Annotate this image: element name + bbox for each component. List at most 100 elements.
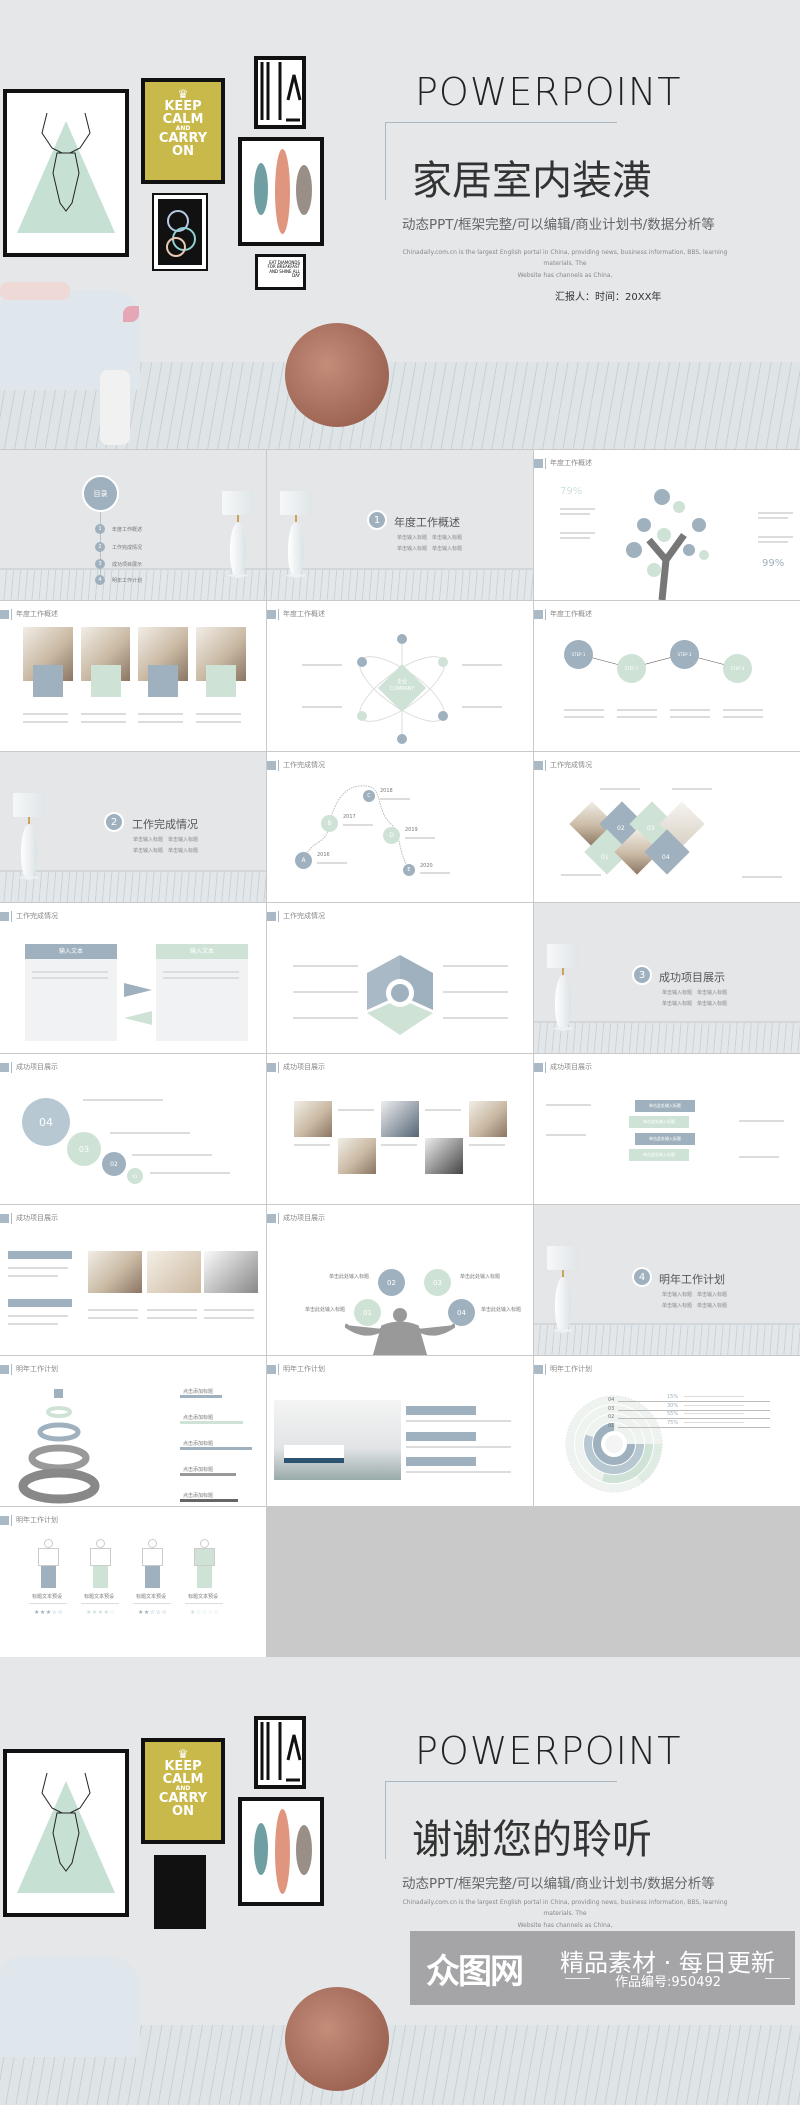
social-tree-icon: [626, 489, 709, 600]
star-rating: ★☆☆☆☆: [190, 1609, 220, 1616]
slide-thumbnails: 目录 1 年度工作概述 2 工作完成情况 3 成功项目展示 4 明年工作计划 1…: [0, 450, 800, 1657]
cover-subtitle: 动态PPT/框架完整/可以编辑/商业计划书/数据分析等: [402, 217, 715, 233]
slide-diamonds[interactable]: 工作完成情况 01 02 03 04: [534, 752, 800, 902]
keep-calm-poster: ♛ KEEP CALM AND CARRY ON: [141, 78, 225, 184]
ending-desc: Chinadaily.com.cn is the largest English…: [402, 1899, 728, 1929]
bla-poster: [254, 56, 306, 129]
hexagon-diagram: [367, 955, 433, 1035]
deer-poster: [3, 89, 129, 257]
slide-hexagon[interactable]: 工作完成情况: [267, 903, 533, 1053]
feather-poster: [238, 1797, 324, 1906]
slide-section-3[interactable]: 3 成功项目展示 单击输入标题 单击输入标题 单击输入标题 单击输入标题: [534, 903, 800, 1053]
cover-desc: Chinadaily.com.cn is the largest English…: [402, 249, 728, 279]
pink-pillow: [0, 282, 70, 300]
slide-company[interactable]: 年度工作概述 企业 COMPANY: [267, 601, 533, 751]
slide-steps[interactable]: 年度工作概述 STEP 1 STEP 2 STEP 3 STEP 4: [534, 601, 800, 751]
toc-item[interactable]: 工作完成情况: [112, 544, 142, 551]
slide-header: 工作完成情况: [550, 761, 592, 769]
star-rating: ★★☆☆☆: [138, 1609, 168, 1616]
scribble-poster: [154, 1855, 206, 1929]
section-number: 3: [632, 965, 652, 985]
pct-right: 99%: [762, 558, 785, 569]
pct-left: 79%: [560, 486, 583, 497]
radial-num: 03: [608, 1405, 615, 1412]
slide-header: 成功项目展示: [16, 1214, 58, 1222]
divider: [385, 122, 617, 123]
slide-figures[interactable]: 明年工作计划 标题文本预设 ★★★☆☆ 标题文本预设 ★★★★☆ 标题文本预设 ★★☆☆☆…: [0, 1507, 266, 1657]
scribble-poster: [152, 193, 208, 271]
slide-cards[interactable]: 成功项目展示: [0, 1205, 266, 1355]
radial-pct: 75%: [667, 1419, 679, 1426]
vase: [100, 370, 130, 445]
slide-header: 年度工作概述: [16, 610, 58, 618]
slide-header: 明年工作计划: [283, 1365, 325, 1373]
slide-timeline[interactable]: 工作完成情况 A 2016 B 2017 C 2018 D 2019 E 202…: [267, 752, 533, 902]
section-number: 2: [104, 812, 124, 832]
star-rating: ★★★★☆: [86, 1609, 116, 1616]
toc-item[interactable]: 年度工作概述: [112, 526, 142, 533]
ending-slide: ♛ KEEP CALM AND CARRY ON POWERPOINT 谢谢您的聆听 动…: [0, 1657, 800, 2105]
arrow-right-icon: [124, 983, 152, 997]
keep-calm-poster: ♛ KEEP CALM AND CARRY ON: [141, 1738, 225, 1844]
company-center: 企业 COMPANY: [389, 679, 415, 692]
slide-circles[interactable]: 成功项目展示 04 03 02 01: [0, 1054, 266, 1204]
figure-label: 标题文本预设: [188, 1594, 219, 1600]
sofa-cushion: [0, 1957, 140, 2057]
honeycomb-ball: [285, 323, 389, 427]
bla-poster: [254, 1716, 306, 1789]
ending-title-en: POWERPOINT: [415, 1729, 682, 1773]
toc-item[interactable]: 成功项目展示: [112, 561, 142, 568]
radial-num: 02: [608, 1414, 615, 1420]
slide-header: 工作完成情况: [16, 912, 58, 920]
slide-man[interactable]: 成功项目展示 01 02 03 04 单击此处输入标题 单击此处输入标题 单击此处…: [267, 1205, 533, 1355]
slide-arrows[interactable]: 成功项目展示 单击此处输入标题 单击此处输入标题 单击此处输入标题 单击此处输入…: [534, 1054, 800, 1204]
slide-header: 年度工作概述: [550, 459, 592, 467]
watermark-logo: 众图网: [426, 1952, 524, 1992]
lily-flower: [123, 306, 139, 322]
slide-rings[interactable]: 明年工作计划 点击添加标题 点击添加标题 点击添加标题 点击添加标题 点击添加标…: [0, 1356, 266, 1506]
slide-photos[interactable]: 年度工作概述: [0, 601, 266, 751]
slide-header: 成功项目展示: [283, 1214, 325, 1222]
watermark: 众图网 精品素材 · 每日更新 作品编号:950492: [410, 1931, 795, 2005]
arrow-left-icon: [124, 1011, 152, 1025]
slide-boxes[interactable]: 工作完成情况 输入文本 输入文本: [0, 903, 266, 1053]
star-rating: ★★★☆☆: [34, 1609, 64, 1616]
slide-header: 成功项目展示: [550, 1063, 592, 1071]
slide-section-2[interactable]: 2 工作完成情况 单击输入标题 单击输入标题 单击输入标题 单击输入标题: [0, 752, 266, 902]
deer-poster: [3, 1749, 129, 1917]
toc-item[interactable]: 明年工作计划: [112, 577, 142, 584]
slide-header: 成功项目展示: [283, 1063, 325, 1071]
figure-label: 标题文本预设: [136, 1594, 167, 1600]
honeycomb-ball: [285, 1987, 389, 2091]
slide-bedroom[interactable]: 明年工作计划: [267, 1356, 533, 1506]
divider: [385, 122, 386, 200]
slide-header: 明年工作计划: [550, 1365, 592, 1373]
figure-label: 标题文本预设: [84, 1594, 115, 1600]
slide-header: 明年工作计划: [16, 1516, 58, 1524]
section-title: 年度工作概述: [394, 516, 460, 529]
watermark-code: 作品编号:950492: [615, 1975, 722, 1990]
section-number: 1: [367, 510, 387, 530]
radial-pct: 15%: [667, 1394, 679, 1400]
slide-tree[interactable]: 年度工作概述 79% 99%: [534, 450, 800, 600]
section-title: 明年工作计划: [659, 1273, 725, 1286]
ending-title-cn: 谢谢您的聆听: [412, 1817, 652, 1863]
radial-pct: 30%: [667, 1402, 679, 1409]
cover-title-cn: 家居室内装潢: [412, 158, 652, 204]
step: STEP 4: [723, 654, 752, 683]
section-title: 工作完成情况: [132, 818, 198, 831]
slide-radial[interactable]: 明年工作计划 04 15% 03 30% 02 55% 01 75%: [534, 1356, 800, 1506]
cover-slide: ♛ KEEP CALM AND CARRY ON EAT DIAMONDS FO…: [0, 0, 800, 449]
radial-num: 01: [608, 1422, 615, 1429]
bedroom-photo: [274, 1400, 401, 1480]
slide-header: 年度工作概述: [283, 610, 325, 618]
section-title: 成功项目展示: [659, 971, 725, 984]
slide-section-1[interactable]: 1 年度工作概述 单击输入标题 单击输入标题 单击输入标题 单击输入标题: [267, 450, 533, 600]
slide-section-4[interactable]: 4 明年工作计划 单击输入标题 单击输入标题 单击输入标题 单击输入标题: [534, 1205, 800, 1355]
slide-header: 明年工作计划: [16, 1365, 58, 1373]
ending-subtitle: 动态PPT/框架完整/可以编辑/商业计划书/数据分析等: [402, 1876, 715, 1892]
slide-toc[interactable]: 目录 1 年度工作概述 2 工作完成情况 3 成功项目展示 4 明年工作计划: [0, 450, 266, 600]
radial-num: 04: [608, 1397, 615, 1403]
diamonds-poster: EAT DIAMONDS FOR BREAKFAST AND SHINE ALL…: [255, 254, 306, 290]
slide-gallery[interactable]: 成功项目展示: [267, 1054, 533, 1204]
